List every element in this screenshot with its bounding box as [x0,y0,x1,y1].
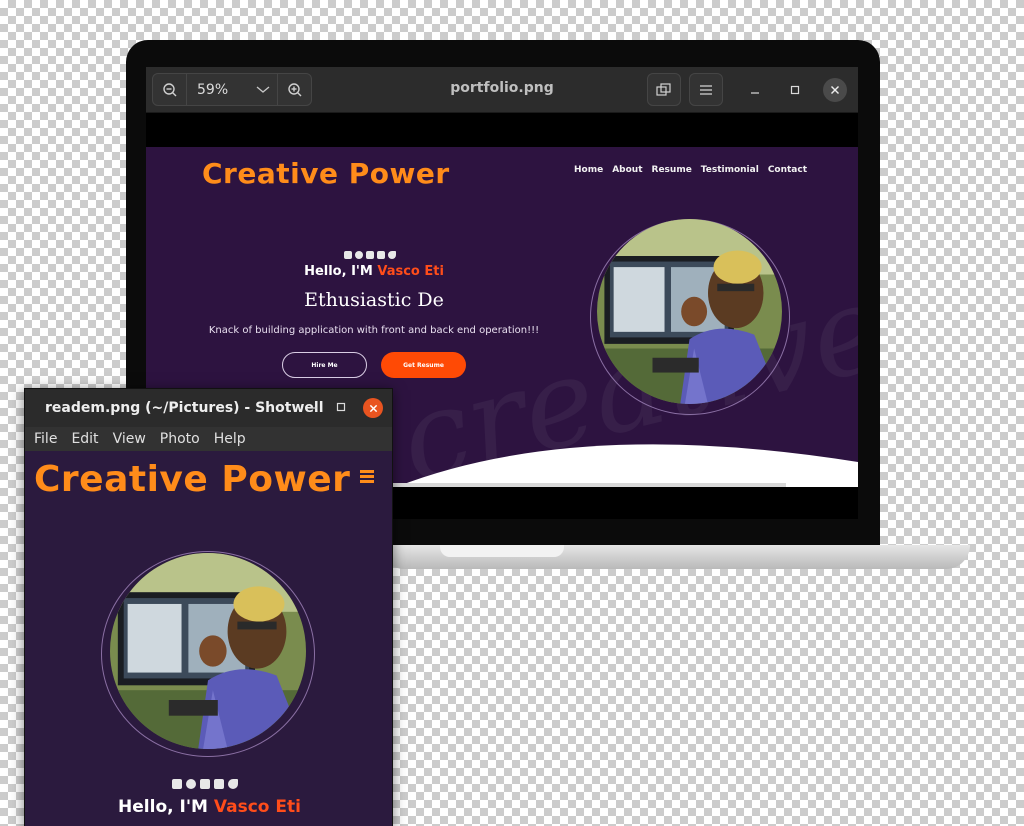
minimize-icon [751,92,759,94]
portfolio-logo: Creative Power [202,157,450,190]
laptop-notch [440,545,564,557]
instagram-icon [366,251,374,259]
shotwell-maximize-button[interactable] [329,395,353,419]
zoom-dropdown[interactable] [249,74,277,105]
hamburger-icon [700,84,712,95]
menu-photo[interactable]: Photo [160,431,200,447]
nav-contact: Contact [767,165,808,175]
profile-photo [597,219,782,404]
greeting-prefix: Hello, I'M [304,264,378,279]
whatsapp-icon [186,779,196,789]
shotwell-minimize-button[interactable] [301,395,325,419]
mobile-greeting-name: Vasco Eti [213,797,301,817]
description: Knack of building application with front… [208,325,540,336]
zoom-in-button[interactable] [277,74,311,105]
nav-testimonial: Testimonial [700,165,759,175]
maximize-icon [790,85,800,95]
twitter-icon [228,779,238,789]
nav-resume: Resume [651,165,692,175]
shotwell-menubar: File Edit View Photo Help [25,427,392,451]
shotwell-photo: Creative Power Hello, I'M Vasco Eti [25,451,392,826]
shotwell-close-button[interactable] [363,398,383,418]
portfolio-nav: Home About Resume Testimonial Contact [574,165,807,175]
zoom-control: 59% [152,73,312,106]
instagram-icon [200,779,210,789]
close-icon [369,404,377,412]
shotwell-window: readem.png (~/Pictures) - Shotwell File … [24,388,393,826]
minimize-button[interactable] [743,78,767,102]
mobile-greeting: Hello, I'M Vasco Eti [25,797,392,817]
close-icon [831,86,839,94]
greeting-name: Vasco Eti [377,264,444,279]
zoom-out-button[interactable] [153,74,187,105]
role-title: Ethusiastic De [304,289,444,311]
maximize-icon [336,402,346,412]
menu-view[interactable]: View [113,431,146,447]
viewer-headerbar: 59% portfolio.png [146,67,858,113]
hamburger-icon [360,470,374,484]
menu-file[interactable]: File [34,431,57,447]
mobile-greeting-prefix: Hello, I'M [118,797,214,817]
whatsapp-icon [355,251,363,259]
get-resume-button: Get Resume [381,352,466,378]
nav-about: About [612,165,643,175]
menu-button[interactable] [689,73,723,106]
facebook-icon [172,779,182,789]
youtube-icon [377,251,385,259]
chevron-down-icon [256,86,270,93]
greeting: Hello, I'M Vasco Eti [206,264,542,279]
menu-help[interactable]: Help [214,431,246,447]
maximize-button[interactable] [783,78,807,102]
social-icons [344,251,396,259]
mobile-profile-photo [110,553,306,749]
shotwell-title: readem.png (~/Pictures) - Shotwell [45,400,324,416]
hire-me-button: Hire Me [282,352,367,378]
shotwell-titlebar: readem.png (~/Pictures) - Shotwell [25,389,392,427]
viewer-title: portfolio.png [450,80,554,96]
rotate-icon [656,82,671,96]
minimize-icon [309,407,317,409]
facebook-icon [344,251,352,259]
zoom-in-icon [287,82,301,96]
mobile-logo: Creative Power [34,459,351,500]
twitter-icon [388,251,396,259]
mobile-social-icons [172,779,238,789]
rotate-button[interactable] [647,73,681,106]
menu-edit[interactable]: Edit [71,431,98,447]
nav-home: Home [574,165,604,175]
zoom-out-icon [162,82,176,96]
youtube-icon [214,779,224,789]
close-button[interactable] [823,78,847,102]
